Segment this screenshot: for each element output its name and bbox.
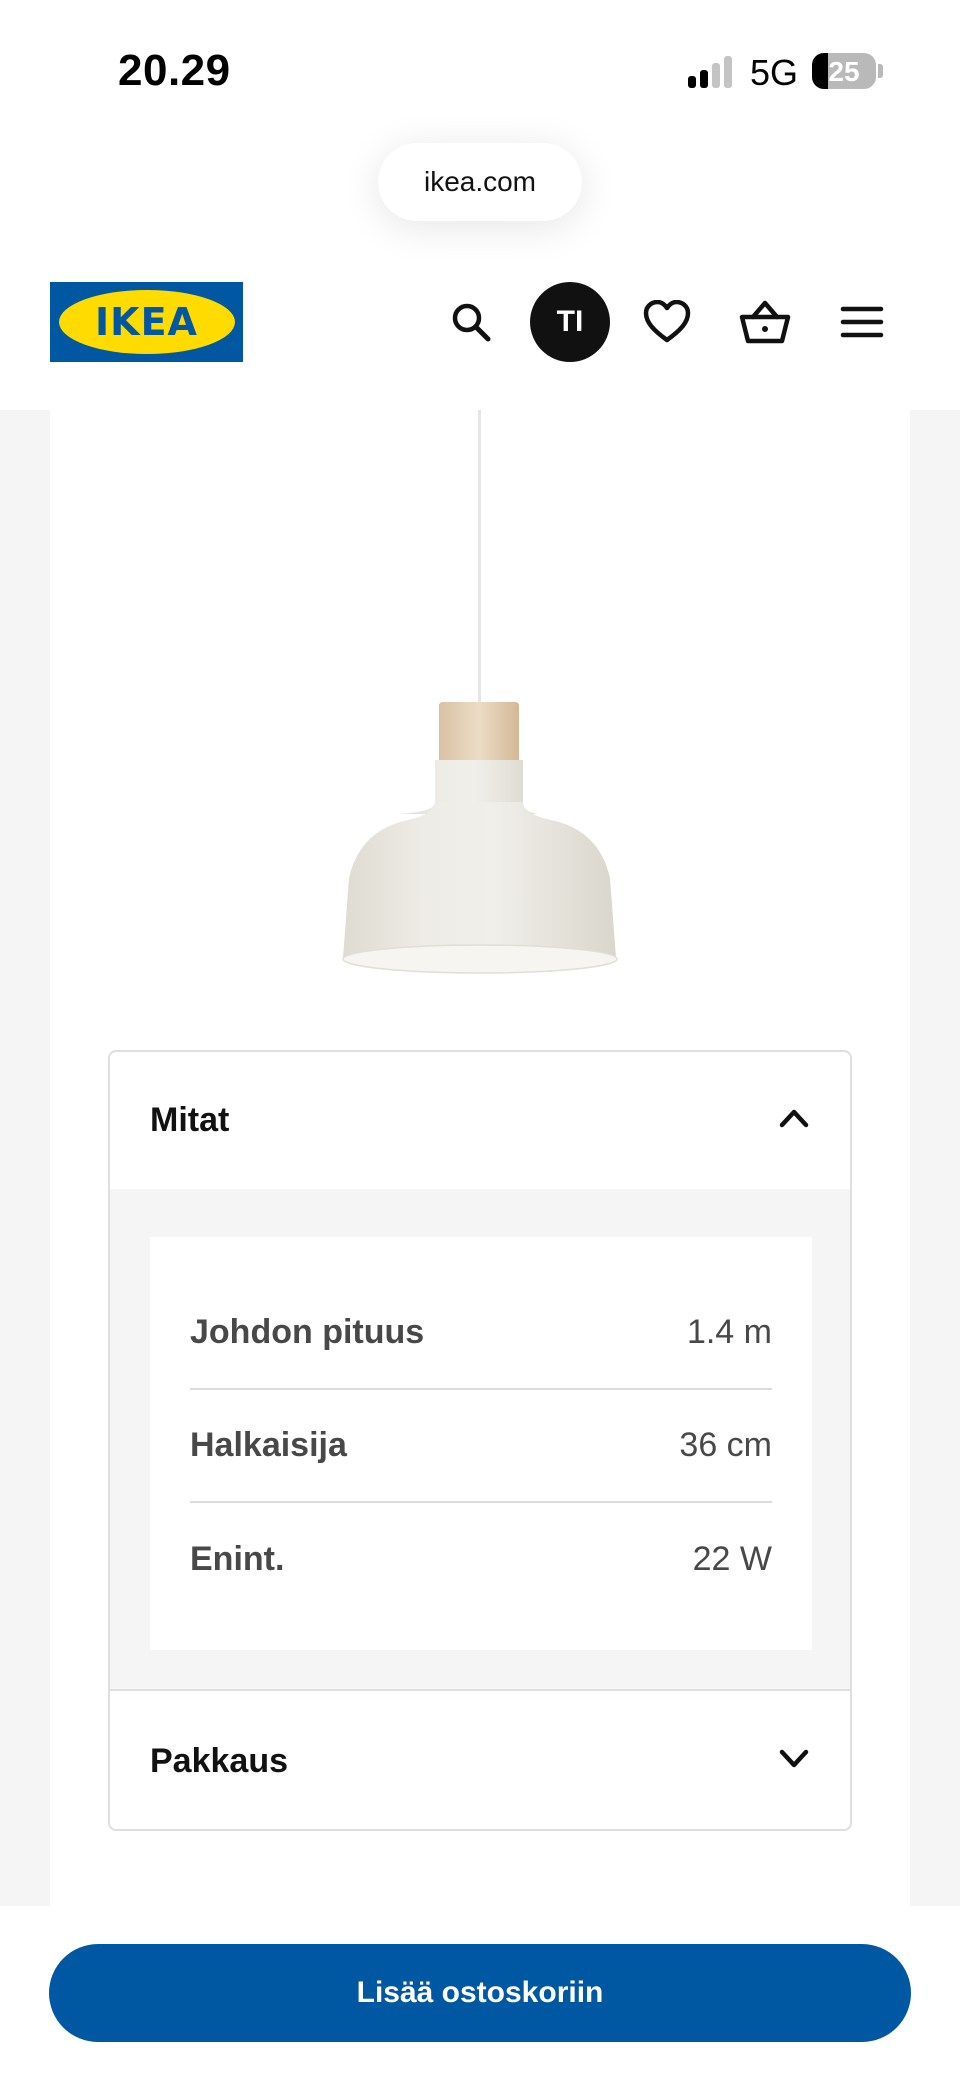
dimension-value: 36 cm [679, 1426, 772, 1464]
package-accordion-header[interactable]: Pakkaus [110, 1691, 850, 1829]
network-type: 5G [750, 52, 799, 93]
battery-percentage: 25 [828, 56, 860, 87]
battery-icon: 25 [812, 53, 876, 89]
product-details-accordion: Mitat Johdon pituus 1.4 m Halkaisija 36 … [108, 1050, 852, 1831]
address-bar[interactable]: ikea.com [378, 143, 582, 221]
status-bar: 20.29 5G 25 [0, 0, 960, 140]
cellular-signal-icon [688, 56, 736, 88]
heart-icon[interactable] [627, 282, 707, 362]
chevron-up-icon [778, 1107, 810, 1134]
dimension-row: Enint. 22 W [190, 1503, 772, 1616]
battery-terminal [878, 64, 883, 78]
dimension-row: Halkaisija 36 cm [190, 1390, 772, 1503]
dimensions-accordion-header[interactable]: Mitat [110, 1052, 850, 1188]
pendant-lamp-image[interactable] [108, 410, 852, 990]
dimensions-panel: Johdon pituus 1.4 m Halkaisija 36 cm Eni… [110, 1189, 850, 1689]
dimensions-table: Johdon pituus 1.4 m Halkaisija 36 cm Eni… [150, 1237, 812, 1650]
dimension-label: Johdon pituus [190, 1313, 425, 1351]
dimension-value: 1.4 m [686, 1313, 772, 1351]
dimension-label: Enint. [190, 1540, 285, 1578]
ikea-logo[interactable]: IKEA [50, 282, 243, 362]
chevron-down-icon [778, 1748, 810, 1775]
add-to-cart-button[interactable]: Lisää ostoskoriin [49, 1944, 911, 2042]
package-title: Pakkaus [150, 1741, 288, 1780]
status-time: 20.29 [118, 46, 231, 95]
dimensions-title: Mitat [150, 1100, 230, 1139]
dimension-label: Halkaisija [190, 1426, 347, 1464]
bottom-action-bar: Lisää ostoskoriin [0, 1906, 960, 2081]
search-icon[interactable] [431, 282, 511, 362]
user-avatar[interactable]: TI [530, 282, 610, 362]
dimension-value: 22 W [692, 1540, 772, 1578]
menu-icon[interactable] [822, 282, 902, 362]
shopping-basket-icon[interactable] [725, 282, 805, 362]
logo-oval: IKEA [58, 290, 235, 354]
dimension-row: Johdon pituus 1.4 m [190, 1277, 772, 1390]
logo-text: IKEA [95, 300, 198, 344]
site-header: IKEA TI [0, 260, 960, 410]
